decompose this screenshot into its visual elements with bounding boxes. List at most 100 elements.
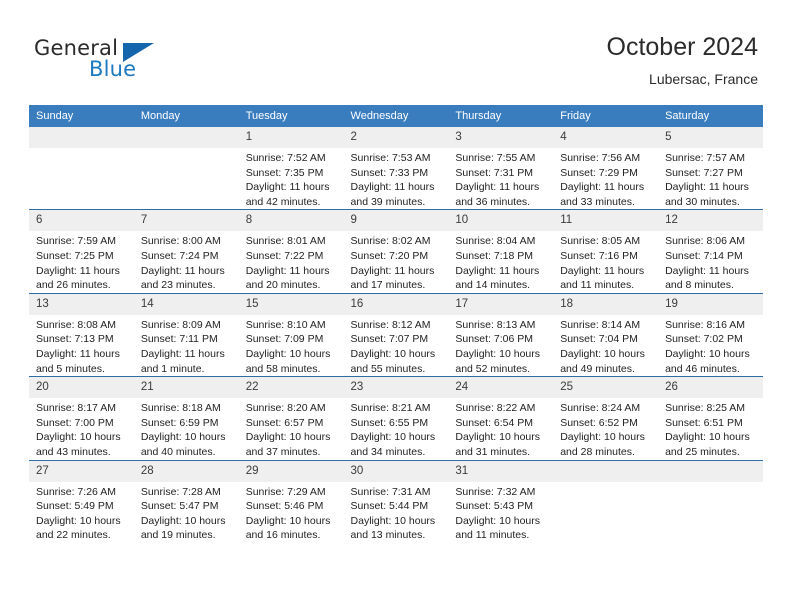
day-detail-line: Sunset: 7:24 PM	[140, 249, 219, 262]
calendar-day-cell[interactable]: 4 Sunrise: 7:56 AM Sunset: 7:29 PM Daylight…	[553, 127, 659, 210]
day-detail-line: Daylight: 11 hours	[245, 181, 330, 194]
day-detail-line: Daylight: 11 hours	[665, 264, 749, 277]
day-detail-line: Daylight: 10 hours	[350, 431, 436, 444]
calendar-day-cell[interactable]: 2 Sunrise: 7:53 AM Sunset: 7:33 PM Daylight…	[343, 127, 449, 210]
calendar-day-cell[interactable]: 10 Sunrise: 8:04 AM Sunset: 7:18 PM Dayligh…	[448, 209, 554, 294]
day-details: Sunrise: 8:02 AM Sunset: 7:20 PM Daylight:…	[344, 231, 449, 292]
day-detail-line: Sunrise: 8:08 AM	[36, 318, 116, 331]
day-detail-line: Sunset: 7:13 PM	[36, 333, 114, 346]
day-detail-line: Daylight: 10 hours	[36, 514, 121, 527]
day-number: 29	[238, 460, 344, 482]
day-number: 15	[238, 293, 344, 315]
calendar-day-cell[interactable]: 27 Sunrise: 7:26 AM Sunset: 5:49 PM Dayligh…	[29, 459, 134, 543]
calendar-day-cell[interactable]: 23 Sunrise: 8:21 AM Sunset: 6:55 PM Dayligh…	[343, 376, 449, 460]
day-detail-line: Sunset: 7:09 PM	[245, 333, 324, 346]
calendar-day-cell[interactable]: 30 Sunrise: 7:31 AM Sunset: 5:44 PM Dayligh…	[343, 459, 449, 543]
day-detail-line: Sunset: 7:33 PM	[350, 166, 429, 179]
day-detail-line: Daylight: 10 hours	[665, 431, 750, 444]
calendar-day-cell[interactable]: 5 Sunrise: 7:57 AM Sunset: 7:27 PM Daylight…	[658, 127, 763, 210]
day-detail-line: and 1 minute.	[140, 362, 205, 375]
day-detail-line: Sunrise: 8:21 AM	[350, 402, 431, 415]
day-number: 4	[553, 127, 659, 148]
calendar-cell-empty	[133, 127, 239, 210]
day-detail-line: and 43 minutes.	[36, 445, 111, 458]
calendar-day-cell[interactable]: 22 Sunrise: 8:20 AM Sunset: 6:57 PM Dayligh…	[238, 376, 344, 460]
calendar-cell-empty	[658, 459, 763, 543]
day-detail-line: and 58 minutes.	[245, 362, 321, 375]
day-detail-line: Sunrise: 8:18 AM	[140, 402, 221, 415]
calendar-cell-empty	[29, 127, 134, 210]
calendar-day-cell[interactable]: 17 Sunrise: 8:13 AM Sunset: 7:06 PM Dayligh…	[448, 292, 554, 377]
calendar-day-cell[interactable]: 11 Sunrise: 8:05 AM Sunset: 7:16 PM Dayligh…	[553, 209, 659, 294]
day-detail-line: Sunrise: 7:28 AM	[140, 485, 221, 498]
calendar-day-cell[interactable]: 15 Sunrise: 8:10 AM Sunset: 7:09 PM Dayligh…	[238, 292, 344, 377]
day-detail-line: Sunset: 7:02 PM	[665, 333, 743, 346]
day-detail-line: Sunrise: 7:32 AM	[455, 485, 536, 498]
calendar-day-cell[interactable]: 20 Sunrise: 8:17 AM Sunset: 7:00 PM Dayligh…	[29, 376, 134, 460]
day-detail-line: and 13 minutes.	[350, 529, 426, 542]
calendar-day-cell[interactable]: 7 Sunrise: 8:00 AM Sunset: 7:24 PM Daylight…	[133, 209, 239, 294]
calendar-day-cell[interactable]: 25 Sunrise: 8:24 AM Sunset: 6:52 PM Dayligh…	[553, 376, 659, 460]
day-detail-line: and 14 minutes.	[455, 279, 531, 292]
calendar-day-cell[interactable]: 26 Sunrise: 8:25 AM Sunset: 6:51 PM Dayligh…	[658, 376, 763, 460]
day-detail-line: Sunset: 6:51 PM	[665, 416, 743, 429]
day-number: 30	[343, 460, 449, 482]
calendar-day-cell[interactable]: 12 Sunrise: 8:06 AM Sunset: 7:14 PM Dayligh…	[658, 209, 763, 294]
day-detail-line: Daylight: 10 hours	[560, 431, 645, 444]
day-detail-line: and 11 minutes.	[560, 279, 635, 292]
day-detail-line: Daylight: 10 hours	[140, 431, 226, 444]
calendar-day-cell[interactable]: 1 Sunrise: 7:52 AM Sunset: 7:35 PM Daylight…	[238, 127, 344, 210]
day-detail-line: Daylight: 11 hours	[36, 264, 120, 277]
calendar-day-cell[interactable]: 16 Sunrise: 8:12 AM Sunset: 7:07 PM Dayligh…	[343, 292, 449, 377]
day-number: 11	[553, 210, 659, 232]
day-detail-line: Sunset: 6:55 PM	[350, 416, 429, 429]
day-detail-line: Sunset: 7:18 PM	[455, 249, 534, 262]
day-details: Sunrise: 8:22 AM Sunset: 6:54 PM Daylight:…	[448, 398, 553, 459]
day-detail-line: Sunrise: 7:52 AM	[245, 152, 326, 164]
day-number: 5	[658, 127, 763, 148]
day-details: Sunrise: 7:32 AM Sunset: 5:43 PM Daylight:…	[448, 482, 553, 543]
day-detail-line: Sunrise: 8:09 AM	[140, 318, 221, 331]
day-detail-line: Daylight: 10 hours	[455, 514, 541, 527]
page-title: October 2024	[606, 33, 759, 61]
calendar-day-cell[interactable]: 14 Sunrise: 8:09 AM Sunset: 7:11 PM Dayligh…	[133, 292, 239, 377]
day-detail-line: Sunset: 5:44 PM	[350, 500, 429, 513]
calendar-day-cell[interactable]: 6 Sunrise: 7:59 AM Sunset: 7:25 PM Daylight…	[29, 209, 134, 294]
day-number: 24	[448, 377, 554, 399]
day-detail-line: and 16 minutes.	[245, 529, 321, 542]
day-details: Sunrise: 8:17 AM Sunset: 7:00 PM Daylight:…	[29, 398, 134, 459]
day-detail-line: Sunset: 5:46 PM	[245, 500, 324, 513]
day-details: Sunrise: 7:29 AM Sunset: 5:46 PM Daylight:…	[239, 482, 344, 543]
calendar-day-cell[interactable]: 8 Sunrise: 8:01 AM Sunset: 7:22 PM Daylight…	[238, 209, 344, 294]
day-detail-line: and 20 minutes.	[245, 279, 321, 292]
day-details: Sunrise: 8:21 AM Sunset: 6:55 PM Daylight:…	[344, 398, 449, 459]
calendar-day-cell[interactable]: 18 Sunrise: 8:14 AM Sunset: 7:04 PM Dayligh…	[553, 292, 659, 377]
day-detail-line: Sunset: 7:00 PM	[36, 416, 114, 429]
day-details: Sunrise: 8:18 AM Sunset: 6:59 PM Daylight:…	[134, 398, 239, 459]
day-detail-line: Daylight: 10 hours	[455, 431, 541, 444]
calendar-day-cell[interactable]: 9 Sunrise: 8:02 AM Sunset: 7:20 PM Daylight…	[343, 209, 449, 294]
calendar-header-row: Sunday Monday Tuesday Wednesday Thursday Frid…	[29, 105, 763, 127]
calendar-day-cell[interactable]: 3 Sunrise: 7:55 AM Sunset: 7:31 PM Daylight…	[448, 127, 554, 210]
day-number: 20	[29, 377, 134, 399]
day-detail-line: Sunset: 6:54 PM	[455, 416, 534, 429]
calendar-day-cell[interactable]: 21 Sunrise: 8:18 AM Sunset: 6:59 PM Dayligh…	[133, 376, 239, 460]
day-detail-line: and 5 minutes.	[36, 362, 105, 375]
calendar-week-row: 13 Sunrise: 8:08 AM Sunset: 7:13 PM Dayligh…	[29, 292, 763, 377]
day-detail-line: Sunrise: 8:13 AM	[455, 318, 536, 331]
calendar-day-cell[interactable]: 28 Sunrise: 7:28 AM Sunset: 5:47 PM Dayligh…	[133, 459, 239, 543]
day-detail-line: and 11 minutes.	[455, 529, 530, 542]
day-detail-line: and 55 minutes.	[350, 362, 426, 375]
day-detail-line: and 19 minutes.	[140, 529, 216, 542]
calendar-day-cell[interactable]: 19 Sunrise: 8:16 AM Sunset: 7:02 PM Dayligh…	[658, 292, 763, 377]
day-details: Sunrise: 8:08 AM Sunset: 7:13 PM Daylight:…	[29, 315, 134, 376]
calendar-day-cell[interactable]: 24 Sunrise: 8:22 AM Sunset: 6:54 PM Dayligh…	[448, 376, 554, 460]
day-details: Sunrise: 7:28 AM Sunset: 5:47 PM Daylight:…	[134, 482, 239, 543]
calendar-day-cell[interactable]: 29 Sunrise: 7:29 AM Sunset: 5:46 PM Dayligh…	[238, 459, 344, 543]
day-details: Sunrise: 7:53 AM Sunset: 7:33 PM Daylight:…	[344, 148, 449, 209]
day-detail-line: Sunrise: 7:55 AM	[455, 152, 536, 164]
day-details: Sunrise: 8:25 AM Sunset: 6:51 PM Daylight:…	[658, 398, 763, 459]
day-number: 16	[343, 293, 449, 315]
calendar-day-cell[interactable]: 31 Sunrise: 7:32 AM Sunset: 5:43 PM Dayligh…	[448, 459, 554, 543]
calendar-day-cell[interactable]: 13 Sunrise: 8:08 AM Sunset: 7:13 PM Dayligh…	[29, 292, 134, 377]
